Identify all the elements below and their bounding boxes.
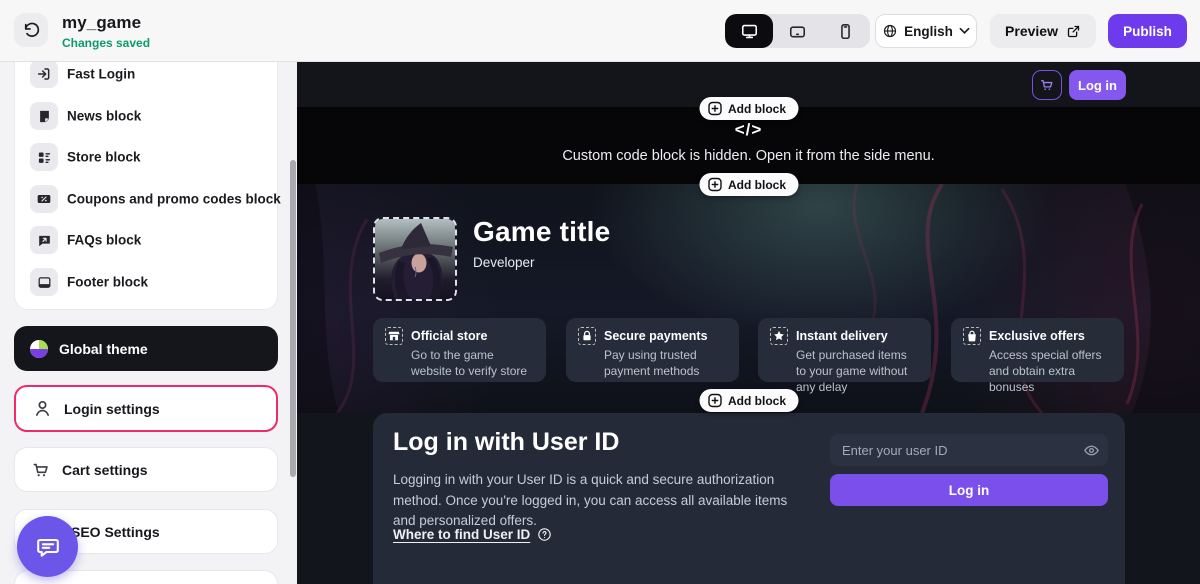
blocks-sidebar: Fast Login News block Store block Coupon… [0, 62, 297, 584]
device-mobile-button[interactable] [822, 14, 870, 48]
sidebar-item-fast-login[interactable]: Fast Login [15, 62, 277, 88]
where-to-find-link[interactable]: Where to find User ID [393, 527, 552, 542]
sidebar-item-coupons-block[interactable]: Coupons and promo codes block [15, 185, 277, 213]
site-preview: Log in </> Custom code block is hidden. … [297, 62, 1200, 584]
user-id-input[interactable] [830, 434, 1108, 466]
user-id-login-button[interactable]: Log in [830, 474, 1108, 506]
coupon-icon [30, 185, 58, 213]
undo-icon [22, 21, 41, 40]
cart-icon [1039, 77, 1055, 93]
game-developer: Developer [473, 255, 535, 270]
add-block-button-top[interactable]: Add block [699, 97, 798, 120]
faq-icon [30, 226, 58, 254]
plus-square-icon [707, 393, 722, 408]
support-chat-button[interactable] [17, 516, 78, 577]
store-front-icon [385, 327, 403, 345]
phone-icon [836, 22, 855, 41]
footer-icon [30, 268, 58, 296]
tablet-icon [788, 22, 807, 41]
language-selector[interactable]: English [875, 14, 977, 48]
site-cart-button[interactable] [1032, 70, 1062, 100]
login-icon [30, 62, 58, 88]
undo-button[interactable] [14, 13, 48, 47]
sidebar-item-store-block[interactable]: Store block [15, 143, 277, 171]
publish-button[interactable]: Publish [1108, 14, 1187, 48]
sidebar-scrollbar[interactable] [290, 160, 296, 477]
eye-icon[interactable] [1080, 440, 1102, 460]
game-title: Game title [473, 216, 610, 248]
feature-card-secure-payments: Secure payments Pay using trusted paymen… [566, 318, 739, 382]
cart-icon [31, 460, 51, 480]
witch-portrait [375, 219, 455, 299]
chat-icon [34, 533, 62, 561]
language-label: English [904, 24, 953, 39]
game-avatar[interactable] [373, 217, 457, 301]
sidebar-item-cart-settings[interactable]: Cart settings [14, 447, 278, 492]
theme-circle-icon [30, 340, 48, 358]
save-status: Changes saved [62, 36, 150, 50]
chevron-down-icon [959, 27, 970, 35]
external-link-icon [1066, 24, 1081, 39]
sidebar-item-global-theme[interactable]: Global theme [14, 326, 278, 371]
globe-icon [882, 23, 898, 39]
person-icon [32, 398, 53, 419]
site-login-button[interactable]: Log in [1069, 70, 1126, 100]
star-icon [770, 327, 788, 345]
monitor-icon [740, 22, 759, 41]
site-builder-app: my_game Changes saved English Preview Pu… [0, 0, 1200, 584]
editor-header: my_game Changes saved English Preview Pu… [0, 0, 1200, 62]
sidebar-item-news-block[interactable]: News block [15, 102, 277, 130]
lock-icon [578, 327, 596, 345]
add-block-button-middle[interactable]: Add block [699, 173, 798, 196]
sidebar-item-footer-block[interactable]: Footer block [15, 268, 277, 296]
device-tablet-button[interactable] [773, 14, 821, 48]
feature-card-official-store: Official store Go to the game website to… [373, 318, 546, 382]
bag-icon [963, 327, 981, 345]
news-icon [30, 102, 58, 130]
plus-square-icon [707, 177, 722, 192]
feature-card-instant-delivery: Instant delivery Get purchased items to … [758, 318, 931, 382]
sidebar-item-faqs-block[interactable]: FAQs block [15, 226, 277, 254]
sidebar-item-login-settings[interactable]: Login settings [14, 385, 278, 432]
code-icon: </> [735, 120, 763, 140]
preview-button[interactable]: Preview [990, 14, 1096, 48]
feature-card-exclusive-offers: Exclusive offers Access special offers a… [951, 318, 1124, 382]
preview-button-label: Preview [1005, 23, 1058, 39]
store-grid-icon [30, 143, 58, 171]
blocks-list-card: Fast Login News block Store block Coupon… [14, 62, 278, 310]
login-id-section: Log in with User ID Logging in with your… [373, 413, 1125, 584]
device-desktop-button[interactable] [725, 14, 773, 48]
plus-square-icon [707, 101, 722, 116]
project-title: my_game [62, 13, 141, 33]
hero-section: Game title Developer Official store Go t… [297, 184, 1200, 413]
login-section-title: Log in with User ID [393, 428, 619, 457]
add-block-button-bottom[interactable]: Add block [699, 389, 798, 412]
login-section-description: Logging in with your User ID is a quick … [393, 470, 791, 532]
custom-code-message: Custom code block is hidden. Open it fro… [297, 148, 1200, 164]
question-circle-icon [537, 527, 552, 542]
device-toggle [725, 14, 870, 48]
